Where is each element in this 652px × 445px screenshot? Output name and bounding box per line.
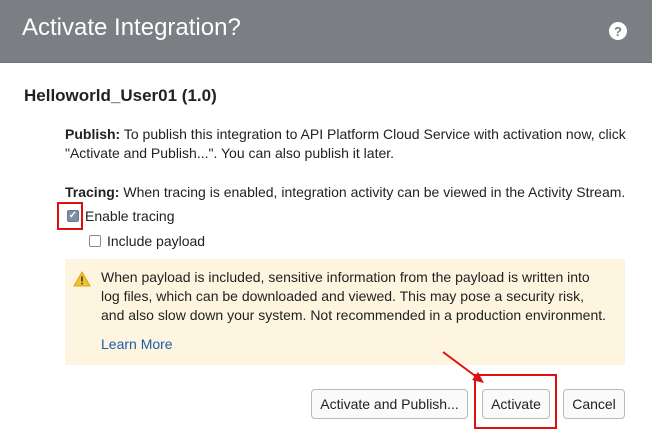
annotation-arrow-icon bbox=[442, 351, 484, 383]
activate-integration-dialog: Activate Integration? ? Helloworld_User0… bbox=[0, 0, 652, 445]
